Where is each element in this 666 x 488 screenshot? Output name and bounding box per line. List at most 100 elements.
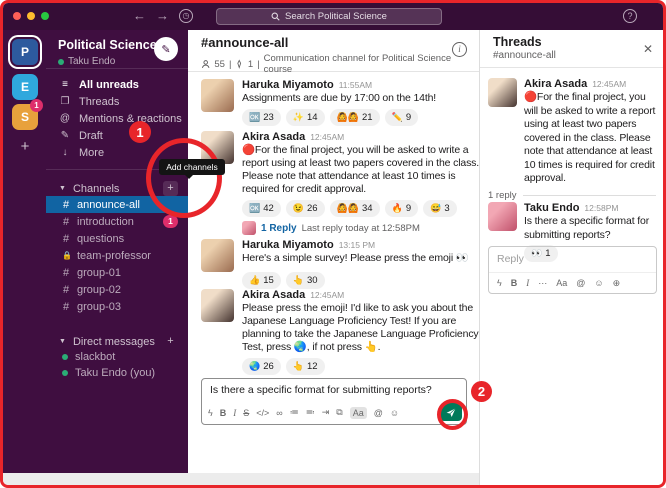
avatar[interactable] — [201, 239, 234, 272]
format-toggle-icon[interactable]: Aa — [556, 278, 567, 288]
channel-item-introduction[interactable]: #introduction1 — [46, 213, 188, 230]
avatar[interactable] — [488, 78, 517, 107]
collapse-icon[interactable]: ▼ — [59, 185, 66, 192]
add-dm-button[interactable]: + — [163, 334, 178, 349]
reaction-pill[interactable]: 🙆🙆21 — [330, 109, 380, 126]
message: Akira Asada12:45AM Please press the emoj… — [201, 289, 471, 375]
reaction-pill[interactable]: 🔥9 — [385, 200, 419, 217]
history-forward-icon[interactable]: → — [156, 8, 169, 23]
reply-toolbar: ϟ B I ⋯ Aa @ ☺ ⊕ — [489, 272, 656, 293]
workspace-tile-s[interactable]: S 1 — [12, 104, 38, 130]
bold-icon[interactable]: B — [220, 408, 227, 418]
shortcuts-icon[interactable]: ϟ — [497, 278, 502, 288]
reaction-pill[interactable]: 🙆🙆34 — [330, 200, 380, 217]
shortcuts-icon[interactable]: ϟ — [208, 408, 213, 418]
threads-channel[interactable]: #announce-all — [493, 50, 653, 61]
info-icon[interactable]: i — [452, 42, 467, 57]
format-toggle-icon[interactable]: Aa — [350, 407, 367, 419]
reaction-emoji: 👍 — [249, 275, 260, 286]
reaction-emoji: ✏️ — [392, 112, 403, 123]
workspace-tile-political-science[interactable]: P — [12, 39, 38, 65]
message: Akira Asada12:45AM 🔴For the final projec… — [201, 131, 471, 235]
sidebar-item-threads[interactable]: ❐Threads — [46, 93, 188, 110]
help-icon[interactable]: ? — [623, 9, 637, 23]
thread-summary[interactable]: 1 Reply Last reply today at 12:58PM — [242, 221, 471, 235]
message-text: Here's a simple survey! Please press the… — [242, 252, 482, 265]
zoom-window-button[interactable] — [41, 12, 49, 20]
emoji-icon[interactable]: ☺ — [390, 408, 399, 418]
message-author[interactable]: Taku Endo — [524, 202, 579, 214]
search-placeholder: Search Political Science — [285, 11, 387, 22]
reaction-pill[interactable]: 👍15 — [242, 272, 281, 289]
message-author[interactable]: Akira Asada — [242, 131, 305, 143]
avatar[interactable] — [488, 202, 517, 231]
sidebar-item-all-unreads[interactable]: ≡All unreads — [46, 76, 188, 93]
bold-icon[interactable]: B — [511, 278, 518, 288]
message-timestamp: 13:15 PM — [339, 240, 375, 250]
attach-icon[interactable]: ⊕ — [613, 278, 621, 289]
mention-icon[interactable]: @ — [374, 408, 383, 418]
history-clock-icon[interactable]: ◷ — [179, 9, 193, 23]
reaction-emoji: 🆗 — [249, 112, 260, 123]
strikethrough-icon[interactable]: S — [243, 408, 249, 418]
emoji-icon[interactable]: ☺ — [594, 278, 603, 288]
reaction-pill[interactable]: 😉26 — [286, 200, 325, 217]
code-block-icon[interactable]: ⧉ — [336, 407, 342, 418]
new-message-button[interactable]: ✎ — [154, 37, 178, 61]
dm-item-slackbot[interactable]: slackbot — [46, 349, 188, 365]
channel-topic[interactable]: Communication channel for Political Scie… — [264, 53, 469, 75]
reaction-pill[interactable]: 👆30 — [286, 272, 325, 289]
avatar[interactable] — [201, 79, 234, 112]
italic-icon[interactable]: I — [233, 408, 236, 418]
message-author[interactable]: Akira Asada — [242, 289, 305, 301]
avatar[interactable] — [201, 289, 234, 322]
sidebar-item-mentions[interactable]: @Mentions & reactions — [46, 110, 188, 127]
message-timestamp: 12:45AM — [310, 290, 344, 300]
italic-icon[interactable]: I — [526, 278, 529, 288]
close-icon[interactable]: ✕ — [643, 42, 653, 56]
reply-input[interactable]: Reply — [489, 247, 656, 271]
channel-title[interactable]: #announce-all — [201, 35, 469, 50]
dm-section-header[interactable]: ▼ Direct messages + — [46, 333, 188, 350]
hash-icon: # — [62, 199, 70, 211]
history-back-icon[interactable]: ← — [133, 8, 146, 23]
channel-item-group-03[interactable]: #group-03 — [46, 298, 188, 315]
draft-icon: ✎ — [59, 130, 71, 141]
blockquote-icon[interactable]: ⇥ — [322, 407, 330, 418]
add-workspace-button[interactable]: + — [12, 133, 38, 159]
reaction-pill[interactable]: 🌏26 — [242, 358, 281, 375]
workspace-tile-e[interactable]: E — [12, 74, 38, 100]
thread-replies-link[interactable]: 1 Reply — [261, 223, 297, 234]
mention-icon[interactable]: @ — [576, 278, 585, 288]
ordered-list-icon[interactable]: ≔ — [290, 407, 299, 418]
channel-item-team-professor[interactable]: 🔒team-professor — [46, 247, 188, 264]
reply-composer[interactable]: Reply ϟ B I ⋯ Aa @ ☺ ⊕ — [488, 246, 657, 294]
message-author[interactable]: Akira Asada — [524, 78, 587, 90]
reaction-pill[interactable]: 👆12 — [286, 358, 325, 375]
channel-item-questions[interactable]: #questions — [46, 230, 188, 247]
channel-item-group-02[interactable]: #group-02 — [46, 281, 188, 298]
reaction-pill[interactable]: 😅3 — [423, 200, 457, 217]
reaction-pill[interactable]: 🆗42 — [242, 200, 281, 217]
bulleted-list-icon[interactable]: ≕ — [306, 407, 315, 418]
message-author[interactable]: Haruka Miyamoto — [242, 239, 334, 251]
message-composer[interactable]: Is there a specific format for submittin… — [201, 378, 467, 425]
reaction-pill[interactable]: ✨14 — [286, 109, 325, 126]
workspace-header[interactable]: Political Science▾ Taku Endo ✎ — [46, 30, 188, 69]
more-formatting-icon[interactable]: ⋯ — [538, 278, 547, 289]
reaction-pill[interactable]: ✏️9 — [385, 109, 419, 126]
close-window-button[interactable] — [13, 12, 21, 20]
channel-item-group-01[interactable]: #group-01 — [46, 264, 188, 281]
minimize-window-button[interactable] — [27, 12, 35, 20]
pinned-count[interactable]: 1 — [248, 59, 253, 70]
message-input[interactable]: Is there a specific format for submittin… — [202, 379, 466, 396]
member-count[interactable]: 55 — [214, 59, 225, 70]
dm-item-taku-endo[interactable]: Taku Endo (you) — [46, 365, 188, 381]
collapse-icon[interactable]: ▼ — [59, 338, 66, 345]
search-input[interactable]: Search Political Science — [216, 8, 442, 25]
message-author[interactable]: Haruka Miyamoto — [242, 79, 334, 91]
link-icon[interactable]: ∞ — [276, 408, 282, 418]
reaction-pill[interactable]: 🆗23 — [242, 109, 281, 126]
current-user-name: Taku Endo — [68, 56, 115, 67]
code-icon[interactable]: </> — [256, 408, 269, 418]
